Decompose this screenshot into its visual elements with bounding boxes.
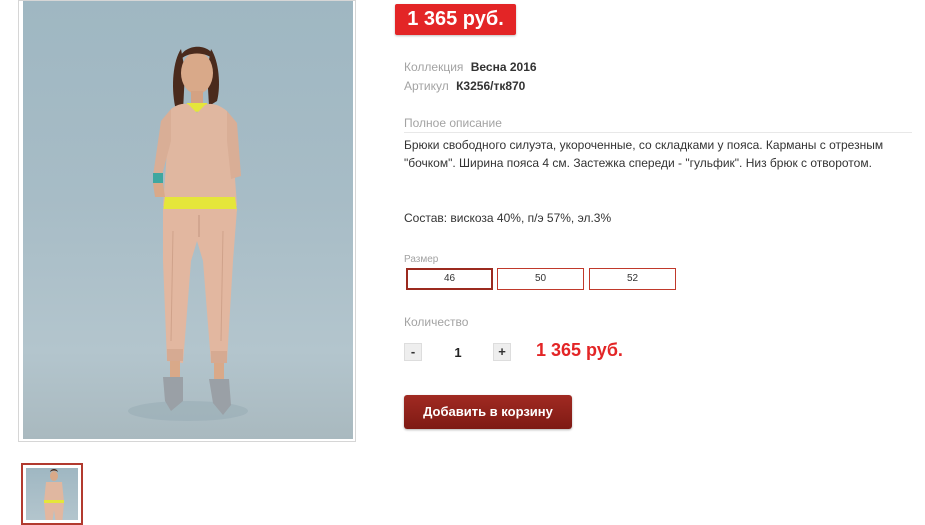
- size-option-46[interactable]: 46: [406, 268, 493, 290]
- total-price: 1 365 руб.: [536, 340, 623, 360]
- product-thumbnail[interactable]: [21, 463, 83, 525]
- size-label: Размер: [404, 254, 439, 265]
- article-value: К3256/тк870: [456, 79, 526, 93]
- article-row: Артикул К3256/тк870: [404, 79, 525, 93]
- description-text: Брюки свободного силуэта, укороченные, с…: [404, 138, 884, 170]
- model-illustration: [128, 46, 248, 421]
- thumbnail-model-illustration: [44, 469, 64, 520]
- quantity-increase-button[interactable]: +: [493, 343, 511, 361]
- article-label: Артикул: [404, 79, 449, 93]
- collection-label: Коллекция: [404, 60, 464, 74]
- description-title: Полное описание: [404, 116, 912, 133]
- price-badge: 1 365 руб.: [395, 4, 516, 35]
- composition-text: Состав: вискоза 40%, п/э 57%, эл.3%: [404, 211, 612, 225]
- quantity-input[interactable]: 1: [440, 345, 476, 360]
- product-image-frame: [18, 0, 356, 442]
- collection-row: Коллекция Весна 2016: [404, 60, 537, 74]
- size-option-52[interactable]: 52: [589, 268, 676, 290]
- add-to-cart-button[interactable]: Добавить в корзину: [404, 395, 572, 429]
- quantity-decrease-button[interactable]: -: [404, 343, 422, 361]
- product-photo[interactable]: [23, 1, 353, 439]
- size-option-50[interactable]: 50: [497, 268, 584, 290]
- quantity-label: Количество: [404, 315, 469, 329]
- collection-value: Весна 2016: [470, 60, 537, 74]
- thumbnail-image: [26, 468, 78, 520]
